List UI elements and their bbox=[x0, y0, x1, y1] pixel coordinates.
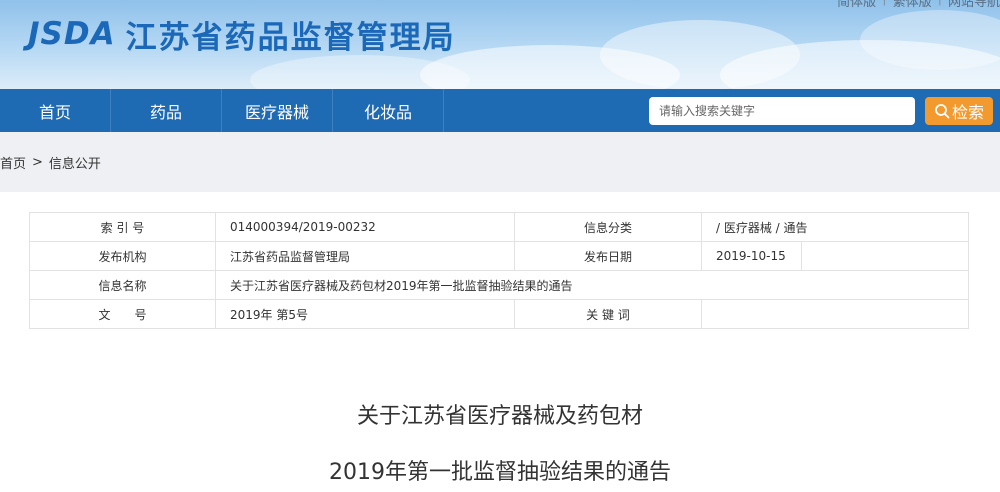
publish-date-label: 发布日期 bbox=[514, 241, 702, 271]
breadcrumb: 首页 > 信息公开 bbox=[0, 153, 101, 172]
info-name-label: 信息名称 bbox=[29, 270, 216, 300]
article-title-line-1: 关于江苏省医疗器械及药包材 bbox=[356, 404, 643, 429]
article-title-line-2: 2019年第一批监督抽验结果的通告 bbox=[329, 460, 671, 485]
link-separator: | bbox=[882, 0, 886, 10]
logo-abbreviation: JSDA bbox=[28, 16, 116, 52]
traditional-chinese-link[interactable]: 繁体版 bbox=[893, 0, 932, 10]
table-row: 信息名称 关于江苏省医疗器械及药包材2019年第一批监督抽验结果的通告 bbox=[29, 270, 969, 300]
nav-item-cosmetics[interactable]: 化妆品 bbox=[333, 89, 444, 132]
document-number-label: 文 号 bbox=[29, 299, 216, 329]
simplified-chinese-link[interactable]: 简体版 bbox=[837, 0, 876, 10]
table-row: 索 引 号 014000394/2019-00232 信息分类 / 医疗器械 /… bbox=[29, 212, 969, 242]
top-links: 简体版 | 繁体版 | 网站导航 bbox=[837, 0, 1000, 10]
keywords-value bbox=[701, 299, 969, 329]
breadcrumb-separator: > bbox=[32, 155, 43, 170]
table-row: 发布机构 江苏省药品监督管理局 发布日期 2019-10-15 bbox=[29, 241, 969, 271]
table-row: 文 号 2019年 第5号 关 键 词 bbox=[29, 299, 969, 329]
search-input[interactable] bbox=[649, 97, 915, 125]
nav-item-drugs[interactable]: 药品 bbox=[111, 89, 222, 132]
header-banner: JSDA 江苏省药品监督管理局 简体版 | 繁体版 | 网站导航 bbox=[0, 0, 1000, 89]
index-number-label: 索 引 号 bbox=[29, 212, 216, 242]
publisher-value: 江苏省药品监督管理局 bbox=[215, 241, 515, 271]
document-info-table: 索 引 号 014000394/2019-00232 信息分类 / 医疗器械 /… bbox=[29, 212, 969, 329]
site-map-link[interactable]: 网站导航 bbox=[948, 0, 1000, 10]
category-value: / 医疗器械 / 通告 bbox=[701, 212, 969, 242]
breadcrumb-home-link[interactable]: 首页 bbox=[0, 153, 26, 172]
nav-item-home[interactable]: 首页 bbox=[0, 89, 111, 132]
index-number-value: 014000394/2019-00232 bbox=[215, 212, 515, 242]
category-label: 信息分类 bbox=[514, 212, 702, 242]
search-button-label: 检索 bbox=[951, 103, 984, 122]
empty-cell bbox=[801, 241, 969, 271]
search-button[interactable]: 检索 bbox=[925, 97, 993, 125]
document-number-value: 2019年 第5号 bbox=[215, 299, 515, 329]
info-name-value: 关于江苏省医疗器械及药包材2019年第一批监督抽验结果的通告 bbox=[215, 270, 969, 300]
site-logo[interactable]: JSDA 江苏省药品监督管理局 bbox=[28, 14, 456, 56]
link-separator: | bbox=[938, 0, 942, 10]
breadcrumb-bar: 首页 > 信息公开 bbox=[0, 132, 1000, 192]
logo-site-name: 江苏省药品监督管理局 bbox=[125, 19, 456, 56]
keywords-label: 关 键 词 bbox=[514, 299, 702, 329]
breadcrumb-current-link[interactable]: 信息公开 bbox=[49, 153, 101, 172]
search-icon bbox=[934, 103, 950, 119]
nav-item-medical-devices[interactable]: 医疗器械 bbox=[222, 89, 333, 132]
publisher-label: 发布机构 bbox=[29, 241, 216, 271]
publish-date-value: 2019-10-15 bbox=[701, 241, 802, 271]
